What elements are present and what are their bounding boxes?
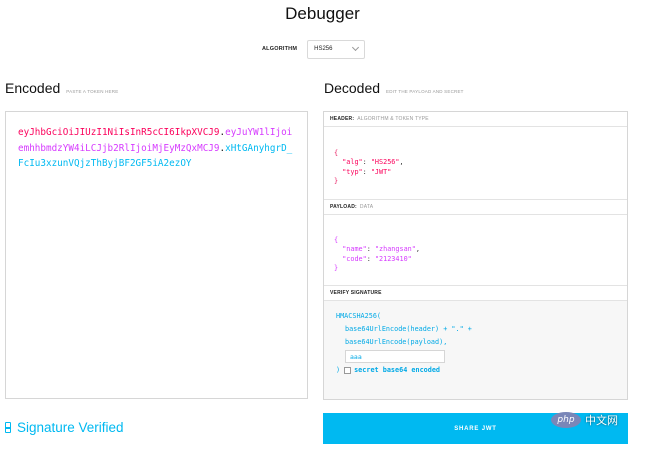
header-section-title: HEADER: ALGORITHM & TOKEN TYPE bbox=[324, 112, 627, 127]
watermark: php 中文网 bbox=[551, 412, 618, 428]
decoded-hint: EDIT THE PAYLOAD AND SECRET bbox=[386, 89, 464, 94]
code-key: "code" bbox=[342, 254, 367, 263]
secret-base64-row: ) secret base64 encoded bbox=[336, 364, 627, 377]
decoded-panel: HEADER: ALGORITHM & TOKEN TYPE { "alg": … bbox=[323, 111, 628, 400]
close-brace: } bbox=[334, 177, 339, 186]
decoded-title: Decoded bbox=[324, 80, 381, 96]
header-alg-line: "alg": "HS256", bbox=[342, 158, 404, 167]
payload-section: PAYLOAD: DATA { "name": "zhangsan", "cod… bbox=[324, 200, 627, 286]
open-brace: { bbox=[334, 149, 339, 157]
payload-json-editor[interactable]: { "name": "zhangsan", "code": "2123410" … bbox=[324, 215, 627, 274]
name-key: "name" bbox=[342, 245, 367, 254]
verified-icon bbox=[5, 422, 11, 433]
payload-sublabel: DATA bbox=[359, 204, 374, 210]
payload-encode-line: base64UrlEncode(payload), bbox=[345, 338, 448, 346]
secret-input[interactable] bbox=[345, 350, 445, 363]
secret-base64-checkbox[interactable] bbox=[344, 367, 352, 374]
header-section: HEADER: ALGORITHM & TOKEN TYPE { "alg": … bbox=[324, 112, 627, 200]
encoded-hint: PASTE A TOKEN HERE bbox=[66, 89, 119, 94]
hmac-function: HMACSHA256( bbox=[336, 312, 382, 320]
payload-label: PAYLOAD: bbox=[330, 204, 357, 210]
algorithm-select[interactable]: HS256 bbox=[307, 39, 366, 59]
typ-value: "JWT" bbox=[370, 167, 392, 176]
close-paren: ) bbox=[336, 366, 341, 374]
encoded-title: Encoded bbox=[5, 80, 61, 96]
watermark-text: 中文网 bbox=[585, 414, 618, 427]
php-logo: php bbox=[551, 412, 581, 428]
encoded-token-editor[interactable]: eyJhbGciOiJIUzI1NiIsInR5cCI6IkpXVCJ9.eyJ… bbox=[5, 111, 308, 399]
alg-key: "alg" bbox=[342, 158, 363, 167]
name-value: "zhangsan" bbox=[374, 245, 416, 254]
chevron-down-icon bbox=[352, 43, 360, 51]
close-brace: } bbox=[334, 264, 339, 273]
algorithm-label: ALGORITHM bbox=[262, 46, 298, 52]
signature-formula: HMACSHA256( base64UrlEncode(header) + ".… bbox=[324, 301, 627, 377]
payload-section-title: PAYLOAD: DATA bbox=[324, 200, 627, 215]
decoded-heading: Decoded EDIT THE PAYLOAD AND SECRET bbox=[324, 80, 464, 96]
header-typ-line: "typ": "JWT" bbox=[342, 167, 392, 176]
payload-code-line: "code": "2123410" bbox=[342, 254, 412, 263]
alg-value: "HS256" bbox=[370, 158, 400, 167]
verify-signature-section: VERIFY SIGNATURE HMACSHA256( base64UrlEn… bbox=[324, 286, 627, 399]
token-header-part: eyJhbGciOiJIUzI1NiIsInR5cCI6IkpXVCJ9 bbox=[18, 127, 220, 138]
open-brace: { bbox=[334, 236, 339, 244]
signature-status: Signature Verified bbox=[5, 420, 124, 435]
secret-base64-label: secret base64 encoded bbox=[354, 366, 441, 374]
header-label: HEADER: bbox=[330, 116, 355, 122]
algorithm-value: HS256 bbox=[314, 46, 333, 52]
algorithm-row: ALGORITHM HS256 bbox=[262, 39, 366, 59]
page-title: Debugger bbox=[285, 4, 360, 23]
signature-verified-text: Signature Verified bbox=[17, 420, 124, 435]
header-json-editor[interactable]: { "alg": "HS256", "typ": "JWT" } bbox=[324, 127, 627, 187]
header-encode-line: base64UrlEncode(header) + "." + bbox=[345, 325, 472, 333]
code-value: "2123410" bbox=[374, 254, 412, 263]
payload-name-line: "name": "zhangsan", bbox=[342, 245, 420, 254]
header-sublabel: ALGORITHM & TOKEN TYPE bbox=[357, 116, 429, 122]
typ-key: "typ" bbox=[342, 167, 363, 176]
encoded-heading: Encoded PASTE A TOKEN HERE bbox=[5, 80, 118, 96]
verify-section-title: VERIFY SIGNATURE bbox=[324, 286, 627, 301]
